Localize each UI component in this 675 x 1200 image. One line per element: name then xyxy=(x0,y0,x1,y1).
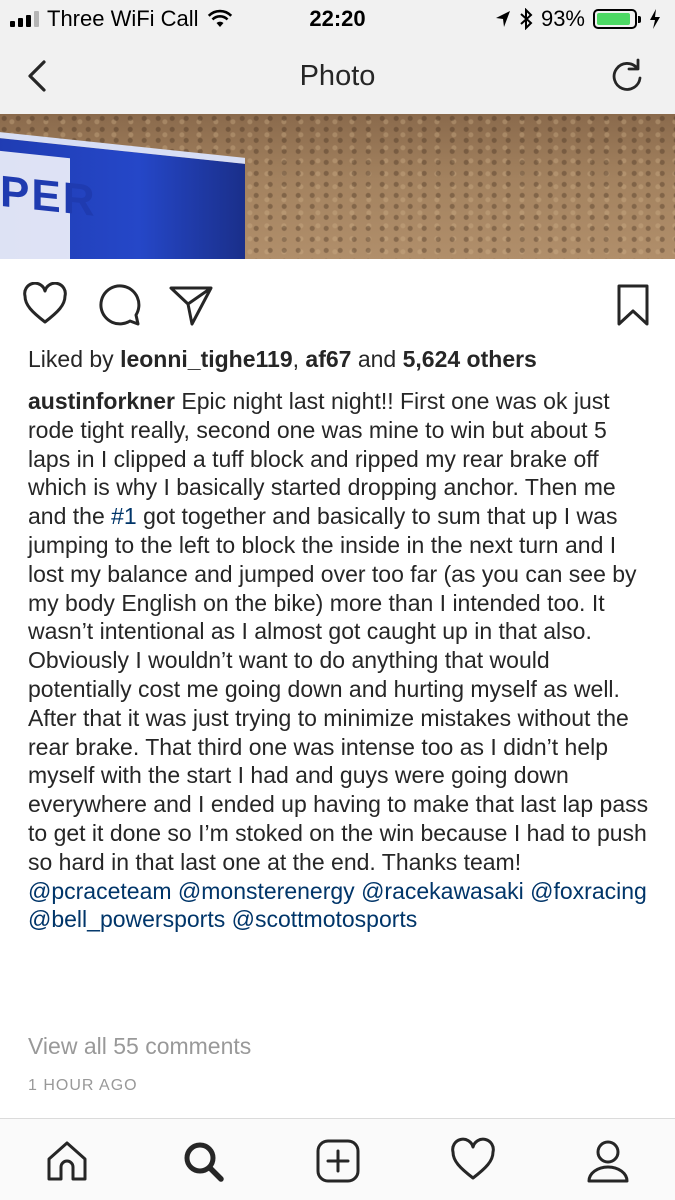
nav-bar: Photo xyxy=(0,38,675,114)
liked-by-user-link[interactable]: af67 xyxy=(305,346,351,372)
profile-icon[interactable] xyxy=(584,1137,632,1185)
share-icon[interactable] xyxy=(168,282,214,328)
status-right: 93% xyxy=(495,6,661,32)
post-photo[interactable]: PER xyxy=(0,114,675,259)
bluetooth-icon xyxy=(520,8,533,30)
likes-summary: Liked by leonni_tighe119, af67 and 5,624… xyxy=(28,346,537,373)
heart-icon[interactable] xyxy=(22,282,68,328)
likes-prefix: Liked by xyxy=(28,346,121,372)
hashtag-link[interactable]: #1 xyxy=(111,503,137,529)
refresh-icon[interactable] xyxy=(607,56,647,96)
battery-icon xyxy=(593,9,641,29)
status-bar: Three WiFi Call 22:20 93% xyxy=(0,0,675,38)
mention-link[interactable]: @monsterenergy xyxy=(178,878,355,904)
photo-barrier-text: PER xyxy=(0,166,97,227)
mention-link[interactable]: @racekawasaki xyxy=(361,878,524,904)
activity-heart-icon[interactable] xyxy=(449,1137,497,1185)
bookmark-icon[interactable] xyxy=(610,282,656,328)
page-title: Photo xyxy=(299,60,376,92)
battery-percent: 93% xyxy=(540,6,585,31)
post-actions xyxy=(0,278,675,330)
view-comments-link[interactable]: View all 55 comments xyxy=(28,1033,251,1060)
home-icon[interactable] xyxy=(43,1137,91,1185)
charging-icon xyxy=(650,9,660,29)
comment-icon[interactable] xyxy=(96,282,142,328)
post-timestamp: 1 HOUR AGO xyxy=(28,1077,138,1094)
mention-link[interactable]: @foxracing xyxy=(530,878,647,904)
caption-username-link[interactable]: austinforkner xyxy=(28,388,175,414)
post-caption: austinforkner Epic night last night!! Fi… xyxy=(28,387,653,934)
mention-link[interactable]: @bell_powersports xyxy=(28,906,225,932)
mention-link[interactable]: @pcraceteam xyxy=(28,878,172,904)
tab-bar xyxy=(0,1118,675,1200)
search-icon[interactable] xyxy=(179,1137,227,1185)
liked-by-user-link[interactable]: leonni_tighe119 xyxy=(120,346,293,372)
mention-link[interactable]: @scottmotosports xyxy=(232,906,418,932)
likes-separator: , xyxy=(292,346,306,372)
likes-count-link[interactable]: 5,624 others xyxy=(403,346,537,372)
location-icon xyxy=(495,11,510,27)
add-post-icon[interactable] xyxy=(314,1137,362,1185)
caption-text: got together and basically to sum that u… xyxy=(28,503,649,875)
likes-connector: and xyxy=(351,346,403,372)
